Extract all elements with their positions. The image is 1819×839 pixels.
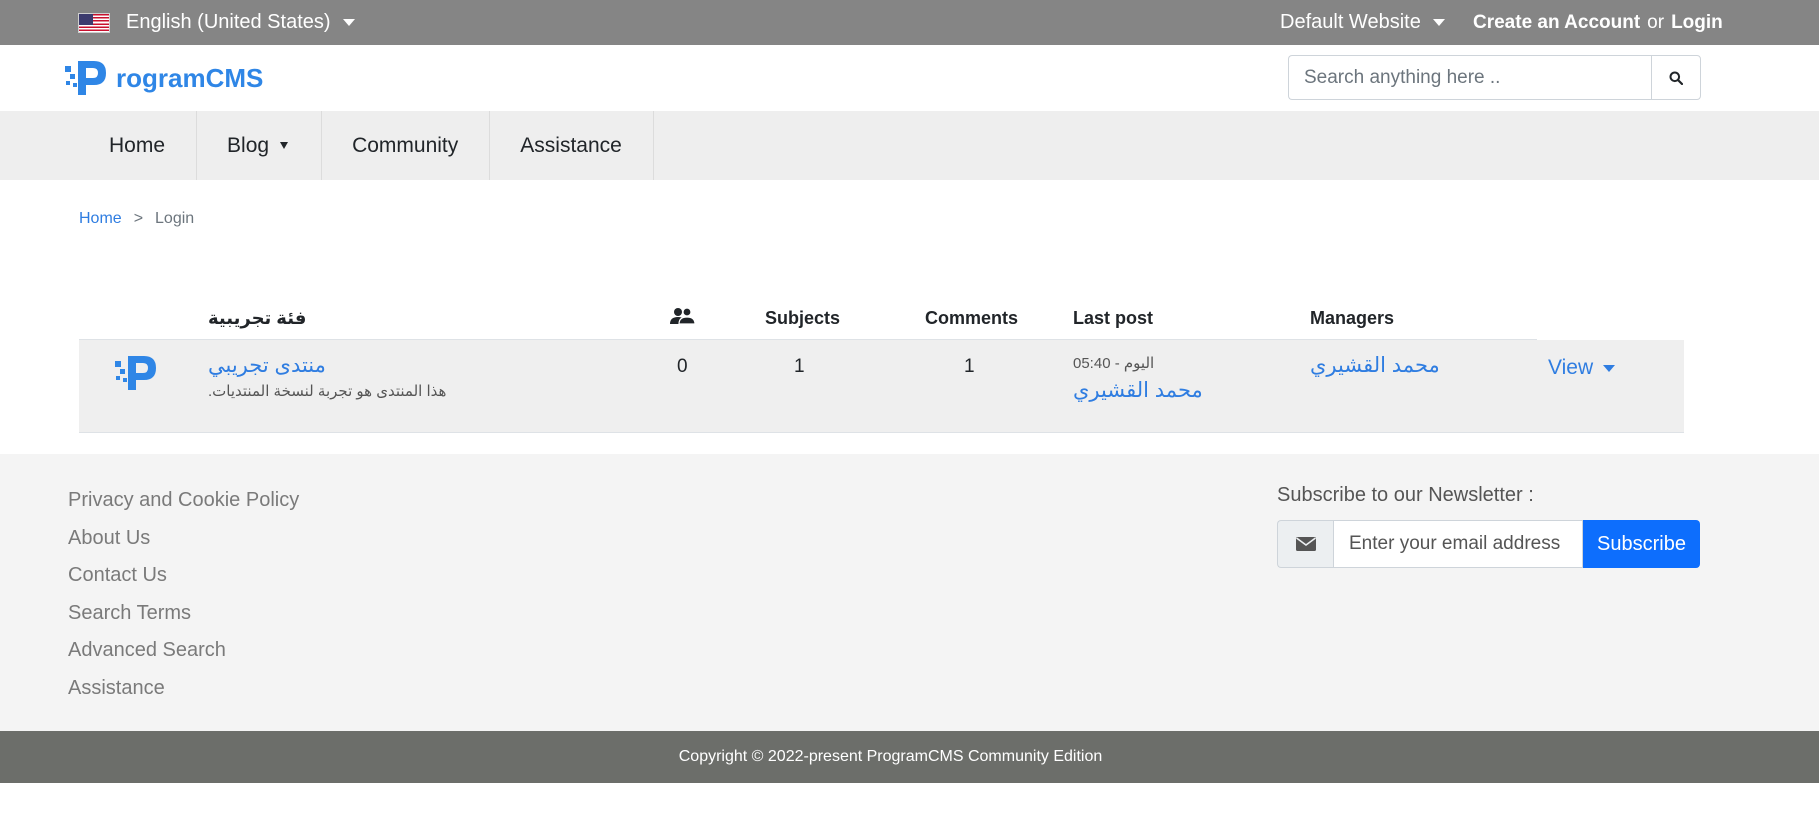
forum-description: هذا المنتدى هو تجربة لنسخة المنتديات. [208, 383, 447, 400]
auth-links: Create an Account or Login [1473, 0, 1723, 45]
site-logo[interactable]: rogramCMS [64, 57, 263, 99]
forum-table-header: فئة تجريبية Subjects Comments Last post … [0, 300, 1819, 340]
footer-link-contact[interactable]: Contact Us [68, 561, 299, 599]
nav-item-home[interactable]: Home [78, 111, 198, 180]
search-form [1288, 55, 1701, 100]
caret-down-icon [280, 142, 289, 149]
site-footer: Privacy and Cookie Policy About Us Conta… [0, 454, 1819, 731]
login-link[interactable]: Login [1671, 12, 1723, 34]
footer-links: Privacy and Cookie Policy About Us Conta… [68, 486, 299, 711]
top-bar: English (United States) Default Website … [0, 0, 1819, 45]
col-comments: Comments [925, 308, 1019, 328]
chevron-down-icon [1603, 364, 1616, 372]
last-post-time: اليوم - 05:40 [1073, 355, 1155, 372]
comments-count: 1 [964, 356, 975, 377]
chevron-down-icon [1432, 19, 1445, 26]
category-title: فئة تجريبية [208, 308, 307, 328]
chevron-down-icon [342, 19, 355, 26]
create-account-link[interactable]: Create an Account [1473, 12, 1640, 34]
col-subjects: Subjects [765, 308, 841, 328]
newsletter-form: Subscribe [1277, 520, 1700, 568]
or-text: or [1647, 11, 1665, 33]
logo-text: rogramCMS [116, 62, 264, 93]
view-dropdown-button[interactable]: View [1548, 356, 1616, 380]
footer-link-search-terms[interactable]: Search Terms [68, 599, 299, 637]
footer-link-about[interactable]: About Us [68, 524, 299, 562]
footer-link-assistance[interactable]: Assistance [68, 674, 299, 712]
search-button[interactable] [1651, 55, 1701, 100]
site-header: rogramCMS [0, 45, 1819, 111]
nav-item-community[interactable]: Community [322, 111, 491, 180]
main-nav: Home Blog Community Assistance [0, 111, 1819, 180]
language-selector[interactable]: English (United States) [78, 0, 355, 45]
col-last-post: Last post [1073, 308, 1154, 328]
newsletter-email-input[interactable] [1333, 520, 1583, 568]
table-row: منتدى تجريبي هذا المنتدى هو تجربة لنسخة … [79, 340, 1684, 433]
newsletter-section: Subscribe to our Newsletter : Subscribe [1277, 484, 1700, 568]
newsletter-title: Subscribe to our Newsletter : [1277, 484, 1534, 506]
search-icon [1669, 71, 1683, 85]
nav-item-assistance[interactable]: Assistance [490, 111, 654, 180]
footer-link-advanced-search[interactable]: Advanced Search [68, 636, 299, 674]
last-post-user-link[interactable]: محمد القشيري [1073, 378, 1203, 403]
breadcrumb-current: Login [155, 210, 195, 227]
envelope-icon [1277, 520, 1333, 568]
subscribe-button[interactable]: Subscribe [1583, 520, 1700, 568]
programcms-logo-icon [65, 61, 106, 95]
search-input[interactable] [1288, 55, 1651, 100]
users-icon [670, 306, 696, 331]
manager-link[interactable]: محمد القشيري [1310, 353, 1440, 378]
nav-item-label: Assistance [520, 133, 622, 157]
copyright-bar: Copyright © 2022-present ProgramCMS Comm… [0, 731, 1819, 783]
breadcrumb: Home > Login [79, 210, 194, 228]
nav-item-label: Home [109, 133, 166, 157]
website-selector[interactable]: Default Website [1280, 0, 1445, 45]
members-count: 0 [677, 356, 688, 377]
copyright-text: Copyright © 2022-present ProgramCMS Comm… [678, 748, 1103, 765]
footer-link-privacy[interactable]: Privacy and Cookie Policy [68, 486, 299, 524]
nav-item-label: Blog [227, 133, 270, 157]
view-label: View [1548, 356, 1594, 379]
us-flag-icon [78, 12, 110, 33]
subjects-count: 1 [794, 356, 805, 377]
col-managers: Managers [1310, 308, 1395, 328]
website-label: Default Website [1280, 11, 1421, 33]
forum-logo-icon [114, 352, 160, 399]
nav-item-label: Community [352, 133, 459, 157]
nav-item-blog[interactable]: Blog [197, 111, 323, 180]
breadcrumb-separator: > [133, 210, 144, 227]
breadcrumb-home[interactable]: Home [79, 210, 122, 228]
language-label: English (United States) [126, 11, 331, 33]
forum-title-link[interactable]: منتدى تجريبي [208, 353, 326, 378]
